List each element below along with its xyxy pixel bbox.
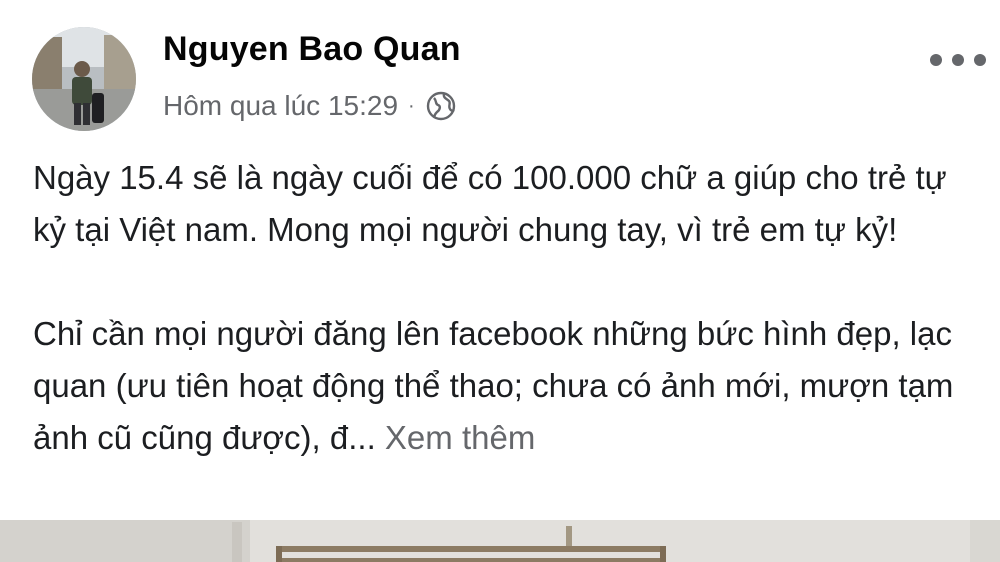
dot [974, 54, 986, 66]
avatar-photo [32, 27, 136, 131]
globe-icon[interactable] [425, 90, 457, 122]
facebook-post: Nguyen Bao Quan Hôm qua lúc 15:29 · Ngày… [0, 0, 1000, 562]
see-more-link[interactable]: Xem thêm [385, 419, 535, 456]
dot [952, 54, 964, 66]
meta-separator: · [408, 94, 415, 117]
paragraph-2: Chỉ cần mọi người đăng lên facebook nhữn… [33, 308, 978, 464]
post-meta: Hôm qua lúc 15:29 · [163, 86, 457, 126]
post-photo-image [0, 520, 1000, 562]
post-text: Ngày 15.4 sẽ là ngày cuối để có 100.000 … [33, 152, 978, 464]
more-options-icon[interactable] [930, 46, 986, 74]
dot [930, 54, 942, 66]
paragraph-1: Ngày 15.4 sẽ là ngày cuối để có 100.000 … [33, 159, 947, 248]
avatar[interactable] [32, 27, 136, 131]
timestamp[interactable]: Hôm qua lúc 15:29 [163, 90, 398, 122]
post-photo[interactable] [0, 520, 1000, 562]
author-name[interactable]: Nguyen Bao Quan [163, 30, 461, 69]
